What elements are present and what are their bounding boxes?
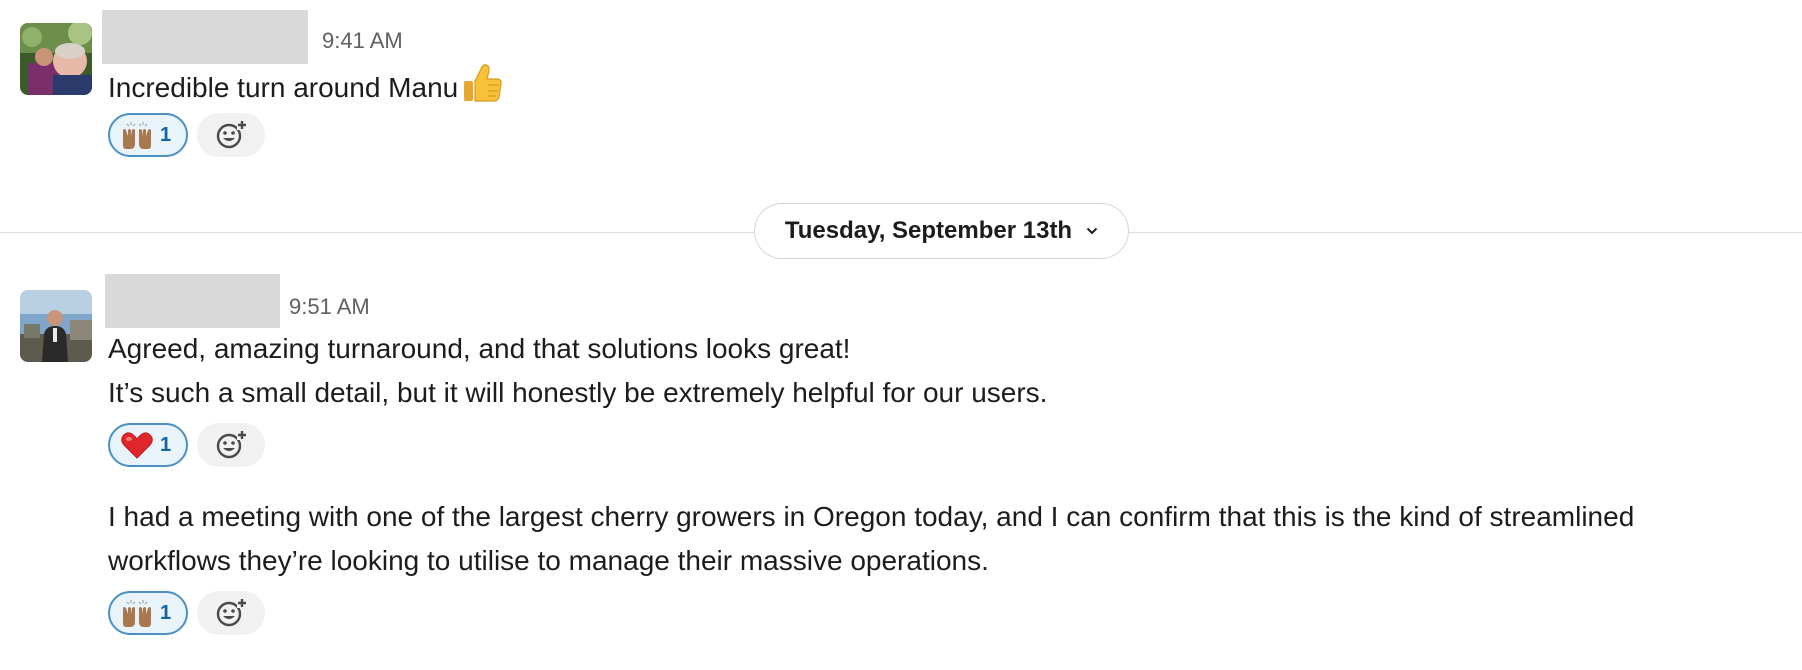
add-reaction-icon bbox=[216, 430, 247, 459]
chevron-down-icon bbox=[1086, 227, 1098, 235]
reaction-count: 1 bbox=[160, 123, 172, 146]
message-text-line: Agreed, amazing turnaround, and that sol… bbox=[108, 333, 851, 364]
add-reaction-icon bbox=[216, 120, 247, 149]
red-heart-icon bbox=[121, 432, 153, 459]
message-timestamp[interactable]: 9:51 AM bbox=[289, 296, 370, 318]
message-text: Incredible turn around Manu bbox=[108, 61, 504, 118]
add-reaction-button[interactable] bbox=[197, 423, 265, 467]
raising-hands-icon bbox=[123, 122, 151, 149]
reaction-raising-hands[interactable]: 1 bbox=[108, 113, 188, 157]
reaction-count: 1 bbox=[160, 433, 172, 456]
thumbs-up-icon bbox=[460, 61, 504, 118]
reaction-red-heart[interactable]: 1 bbox=[108, 423, 188, 467]
message-timestamp[interactable]: 9:41 AM bbox=[322, 30, 403, 52]
message-text-line: I had a meeting with one of the largest … bbox=[108, 501, 1635, 532]
user-avatar[interactable] bbox=[20, 23, 92, 95]
add-reaction-button[interactable] bbox=[197, 113, 265, 157]
date-divider-label: Tuesday, September 13th bbox=[784, 217, 1073, 244]
date-divider-button[interactable]: Tuesday, September 13th bbox=[754, 203, 1129, 259]
add-reaction-icon bbox=[216, 598, 247, 627]
reaction-count: 1 bbox=[160, 601, 172, 624]
message-text-line: It’s such a small detail, but it will ho… bbox=[108, 377, 1048, 408]
add-reaction-button[interactable] bbox=[197, 591, 265, 635]
author-name-redacted[interactable] bbox=[105, 274, 280, 328]
raising-hands-icon bbox=[123, 600, 151, 627]
reaction-raising-hands[interactable]: 1 bbox=[108, 591, 188, 635]
message-text-line: workflows they’re looking to utilise to … bbox=[108, 545, 989, 576]
author-name-redacted[interactable] bbox=[102, 10, 308, 64]
user-avatar[interactable] bbox=[20, 290, 92, 362]
